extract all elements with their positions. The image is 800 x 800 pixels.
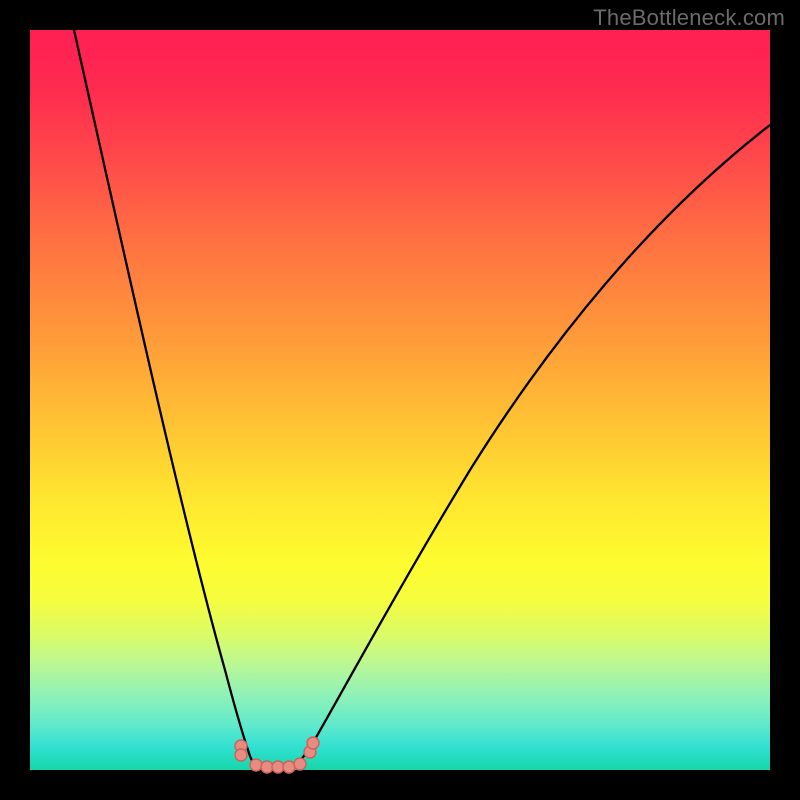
curve-right-branch [290, 125, 770, 768]
marker-dot [294, 758, 306, 770]
bottleneck-curve [74, 30, 770, 769]
marker-dot [250, 759, 262, 771]
marker-dot [283, 761, 295, 773]
marker-dot [235, 749, 247, 761]
curve-left-branch [74, 30, 258, 768]
watermark-text: TheBottleneck.com [593, 5, 785, 31]
curve-layer [30, 30, 770, 770]
marker-dot [272, 761, 284, 773]
marker-dot [261, 761, 273, 773]
marker-dot [307, 737, 319, 749]
chart-frame: TheBottleneck.com [0, 0, 800, 800]
highlight-markers [235, 737, 319, 773]
